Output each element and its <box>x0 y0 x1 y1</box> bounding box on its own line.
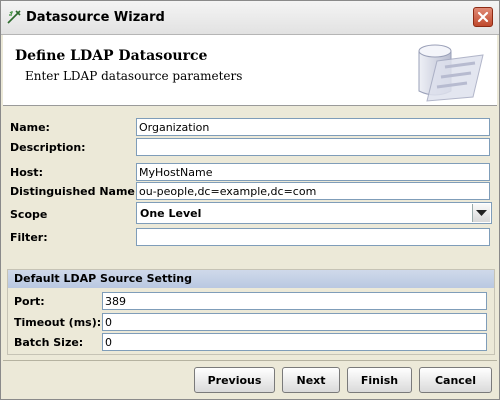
description-label: Description: <box>10 141 86 154</box>
host-input[interactable] <box>136 163 490 181</box>
cancel-button[interactable]: Cancel <box>419 367 492 393</box>
wizard-icon <box>7 10 21 24</box>
scope-label: Scope <box>10 208 48 221</box>
title-bar[interactable]: Datasource Wizard <box>1 1 499 35</box>
timeout-input[interactable] <box>102 313 487 331</box>
batch-size-input[interactable] <box>102 333 487 351</box>
description-input[interactable] <box>136 138 490 156</box>
distinguished-name-input[interactable] <box>136 182 490 200</box>
batch-size-label: Batch Size: <box>14 336 84 349</box>
filter-label: Filter: <box>10 231 48 244</box>
port-input[interactable] <box>102 292 487 310</box>
filter-input[interactable] <box>136 228 490 246</box>
finish-button[interactable]: Finish <box>347 367 412 393</box>
chevron-down-icon <box>476 210 487 216</box>
distinguished-name-label: Distinguished Name: <box>10 185 140 198</box>
button-separator <box>3 360 497 361</box>
previous-button[interactable]: Previous <box>194 367 275 393</box>
scope-select[interactable]: One Level <box>136 202 492 224</box>
close-icon <box>477 11 489 23</box>
banner-subtitle: Enter LDAP datasource parameters <box>25 69 243 83</box>
header-banner: Define LDAP Datasource Enter LDAP dataso… <box>3 35 497 106</box>
database-cylinder-icon <box>418 44 484 102</box>
next-button[interactable]: Next <box>282 367 340 393</box>
wizard-window: Datasource Wizard Define LDAP Datasource… <box>0 0 500 400</box>
panel-heading: Default LDAP Source Setting <box>14 272 192 285</box>
scope-value: One Level <box>140 207 202 220</box>
name-label: Name: <box>10 121 50 134</box>
timeout-label: Timeout (ms): <box>14 316 102 329</box>
panel-header: Default LDAP Source Setting <box>8 270 494 288</box>
host-label: Host: <box>10 166 43 179</box>
window-title: Datasource Wizard <box>26 10 165 25</box>
banner-title: Define LDAP Datasource <box>15 48 208 64</box>
port-label: Port: <box>14 295 45 308</box>
name-input[interactable] <box>136 118 490 136</box>
close-button[interactable] <box>473 7 493 27</box>
scope-dropdown-button[interactable] <box>472 204 490 222</box>
